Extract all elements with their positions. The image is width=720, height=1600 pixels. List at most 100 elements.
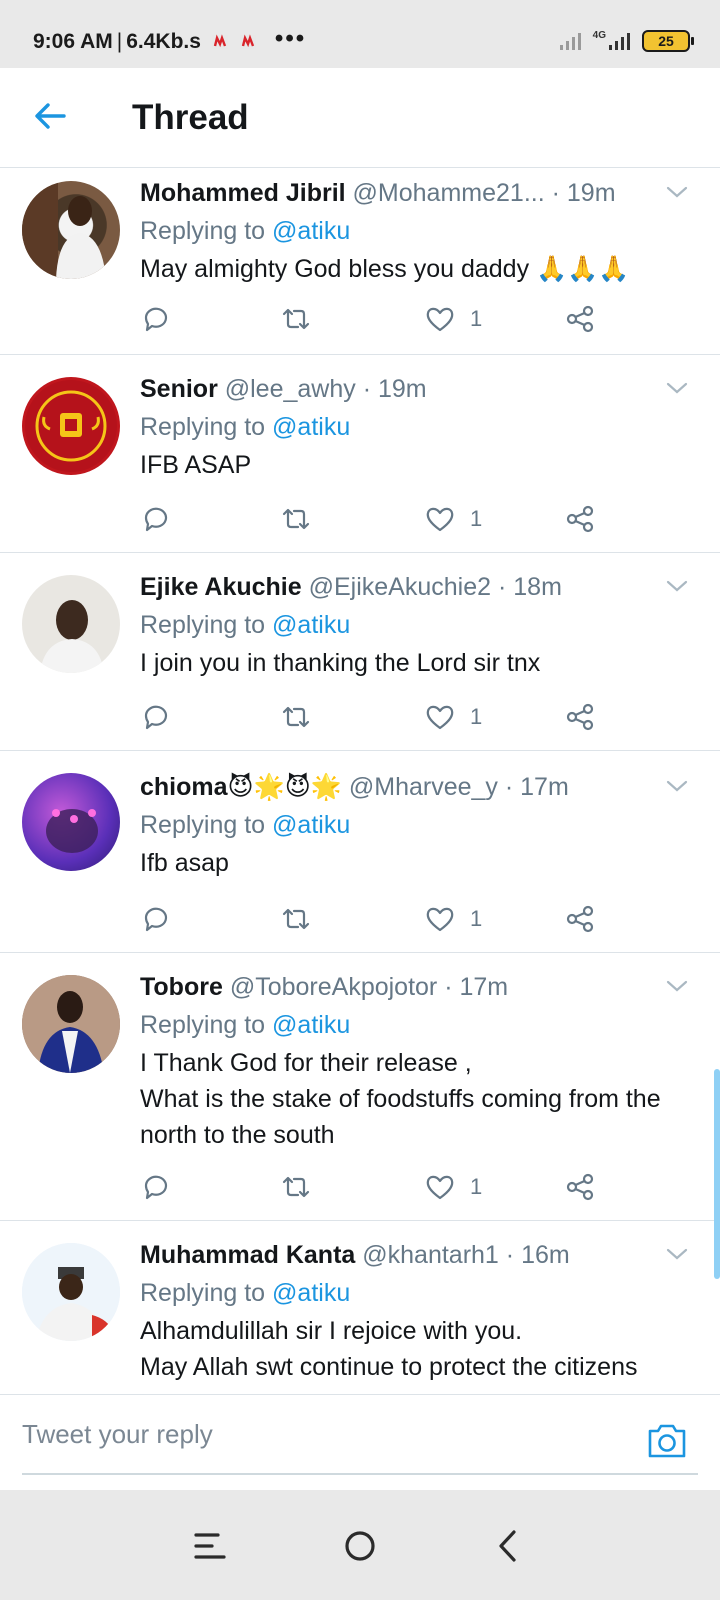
author-handle[interactable]: @Mharvee_y (349, 773, 498, 801)
retweet-button[interactable] (280, 503, 312, 535)
avatar[interactable] (22, 575, 120, 673)
author-handle[interactable]: @khantarh1 (362, 1241, 499, 1269)
chevron-down-icon[interactable] (664, 573, 690, 599)
avatar-figure-icon (22, 1243, 120, 1341)
like-count: 1 (470, 704, 483, 729)
author-handle[interactable]: @EjikeAkuchie2 (309, 573, 491, 601)
like-button[interactable]: 1 (424, 903, 482, 935)
chevron-down-icon[interactable] (664, 973, 690, 999)
status-left: 9:06 AM | 6.4Kb.s ••• (33, 25, 306, 54)
tweet-header: Ejike Akuchie @EjikeAkuchie2 · 18m (140, 567, 690, 607)
like-button[interactable]: 1 (424, 303, 482, 335)
author-name[interactable]: chioma😈🌟😈🌟 (140, 773, 342, 801)
separator-dot: · (505, 1241, 522, 1269)
share-button[interactable] (564, 1171, 596, 1203)
author-name[interactable]: Tobore (140, 973, 223, 1001)
replying-to-prefix: Replying to (140, 1011, 266, 1039)
scrollbar[interactable] (714, 1069, 720, 1279)
retweet-button[interactable] (280, 903, 312, 935)
author-name[interactable]: Senior (140, 375, 218, 403)
retweet-icon (282, 508, 310, 530)
tweet-time: 17m (520, 773, 569, 801)
mention-link[interactable]: @atiku (272, 1279, 350, 1307)
network-type: 4G (592, 29, 606, 41)
camera-icon[interactable] (646, 1421, 688, 1461)
share-button[interactable] (564, 903, 596, 935)
replying-to: Replying to @atiku (140, 409, 690, 445)
mention-link[interactable]: @atiku (272, 413, 350, 441)
author-handle[interactable]: @ToboreAkpojotor (230, 973, 437, 1001)
share-icon (566, 703, 594, 731)
reply-button[interactable] (140, 701, 172, 733)
share-button[interactable] (564, 303, 596, 335)
avatar[interactable] (22, 773, 120, 871)
reply-button[interactable] (140, 903, 172, 935)
heart-icon (426, 507, 454, 532)
reply-icon (144, 907, 168, 932)
heart-icon (426, 307, 454, 332)
arrow-left-icon[interactable] (30, 96, 70, 136)
mention-link[interactable]: @atiku (272, 1011, 350, 1039)
author-handle[interactable]: @Mohamme21... (353, 179, 545, 207)
reply-input[interactable]: Tweet your reply (22, 1419, 213, 1450)
tweet-header: Tobore @ToboreAkpojotor · 17m (140, 967, 690, 1007)
separator-dot: · (551, 179, 567, 207)
reply-button[interactable] (140, 1171, 172, 1203)
mention-link[interactable]: @atiku (272, 811, 350, 839)
retweet-icon (282, 706, 310, 728)
tweet[interactable]: Mohammed Jibril @Mohamme21... · 19m Repl… (0, 169, 720, 355)
tweet[interactable]: Tobore @ToboreAkpojotor · 17m Replying t… (0, 953, 720, 1221)
like-count: 1 (470, 306, 483, 331)
chevron-down-icon[interactable] (664, 773, 690, 799)
like-button[interactable]: 1 (424, 701, 482, 733)
avatar[interactable] (22, 377, 120, 475)
avatar-figure-icon (22, 975, 120, 1073)
heart-icon (426, 907, 454, 932)
retweet-icon (282, 308, 310, 330)
status-right: 4G 25 (559, 29, 694, 52)
avatar[interactable] (22, 181, 120, 279)
share-icon (566, 305, 594, 333)
retweet-button[interactable] (280, 701, 312, 733)
thread-feed[interactable]: Mohammed Jibril @Mohamme21... · 19m Repl… (0, 169, 720, 1394)
tweet-actions: 1 (140, 499, 680, 539)
tweet[interactable]: Senior @lee_awhy · 19m Replying to @atik… (0, 355, 720, 553)
reply-button[interactable] (140, 503, 172, 535)
mention-link[interactable]: @atiku (272, 611, 350, 639)
like-count: 1 (470, 906, 483, 931)
man-united-crest-icon (25, 380, 117, 472)
share-button[interactable] (564, 503, 596, 535)
heart-icon (426, 705, 454, 730)
back-icon[interactable] (488, 1524, 532, 1568)
replying-to-prefix: Replying to (140, 1279, 266, 1307)
retweet-button[interactable] (280, 303, 312, 335)
tweet-time: 18m (513, 573, 562, 601)
tweet[interactable]: chioma😈🌟😈🌟 @Mharvee_y · 17m Replying to … (0, 751, 720, 953)
menu-icon[interactable] (188, 1524, 232, 1568)
like-button[interactable]: 1 (424, 1171, 482, 1203)
avatar[interactable] (22, 975, 120, 1073)
tweet-text: Ifb asap (140, 849, 229, 877)
author-name[interactable]: Mohammed Jibril (140, 179, 346, 207)
tweet-time: 19m (566, 179, 616, 207)
status-time: 9:06 AM (33, 30, 113, 53)
tweet[interactable]: Muhammad Kanta @khantarh1 · 16m Replying… (0, 1221, 720, 1394)
reply-icon (144, 705, 168, 730)
chevron-down-icon[interactable] (664, 375, 690, 401)
chevron-down-icon[interactable] (664, 179, 690, 205)
share-button[interactable] (564, 701, 596, 733)
reply-button[interactable] (140, 303, 172, 335)
reply-composer: Tweet your reply (0, 1394, 720, 1490)
author-handle[interactable]: @lee_awhy (225, 375, 356, 403)
retweet-button[interactable] (280, 1171, 312, 1203)
tweet[interactable]: Ejike Akuchie @EjikeAkuchie2 · 18m Reply… (0, 553, 720, 751)
author-name[interactable]: Muhammad Kanta (140, 1241, 355, 1269)
avatar[interactable] (22, 1243, 120, 1341)
home-icon[interactable] (338, 1524, 382, 1568)
status-bar: 9:06 AM | 6.4Kb.s ••• 4G 25 (0, 0, 720, 68)
like-button[interactable]: 1 (424, 503, 482, 535)
tweet-time: 19m (378, 375, 427, 403)
author-name[interactable]: Ejike Akuchie (140, 573, 302, 601)
chevron-down-icon[interactable] (664, 1241, 690, 1267)
mention-link[interactable]: @atiku (272, 217, 350, 245)
